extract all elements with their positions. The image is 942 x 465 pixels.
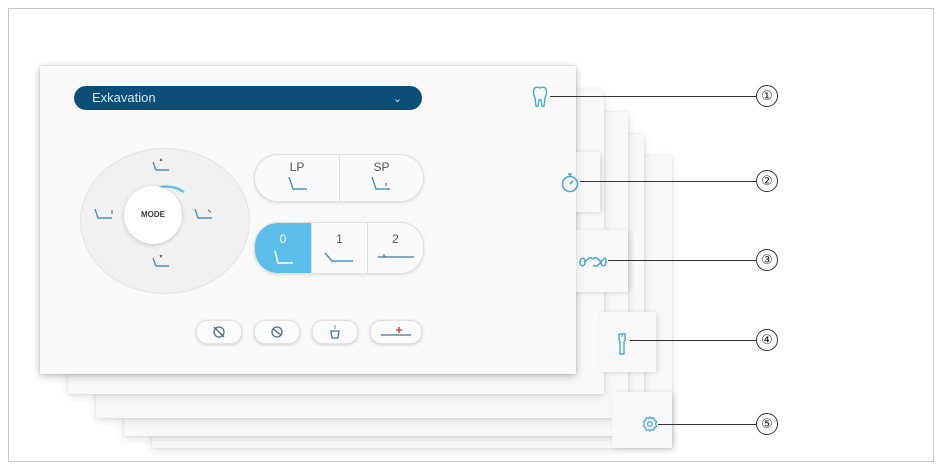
callout-3: ③ [756,249,778,271]
light-off-button[interactable] [196,320,242,344]
chair-reclined-icon [324,252,353,262]
position-sp-button[interactable]: SP [339,155,423,201]
seat-down-icon[interactable] [150,254,172,270]
light-icon [271,326,283,338]
memory-0-button[interactable]: 0 [255,223,311,273]
rinse-position-icon [381,327,411,336]
memory-1-button[interactable]: 1 [311,223,367,273]
callout-1: ① [756,85,778,107]
memory-0-label: 0 [279,232,287,246]
gear-icon[interactable] [642,416,658,432]
light-off-icon [213,326,225,338]
callout-line-4 [630,340,756,341]
cup-filler-button[interactable] [312,320,358,344]
backrest-forward-icon[interactable] [192,206,216,222]
memory-1-label: 1 [336,232,343,246]
program-dropdown-value: Exkavation [92,90,156,105]
position-pill: LP SP [254,154,424,202]
memory-2-button[interactable]: 2 [367,223,423,273]
chair-upright-icon [274,250,293,264]
memory-pill: 0 1 2 [254,222,424,274]
callout-line-5 [658,424,756,425]
chair-lp-icon [288,176,307,190]
backrest-back-icon[interactable] [92,206,116,222]
tooth-icon[interactable] [532,86,548,108]
mode-button[interactable]: MODE [124,186,182,244]
tab-instruments[interactable] [600,312,656,372]
light-button[interactable] [254,320,300,344]
chair-sp-icon [371,176,390,190]
memory-2-label: 2 [392,232,399,246]
rinse-position-button[interactable] [370,320,422,344]
cup-filler-icon [330,325,340,339]
callout-5: ⑤ [756,413,778,435]
callout-4: ④ [756,329,778,351]
position-lp-button[interactable]: LP [255,155,339,201]
chair-flat-icon [378,254,414,258]
callout-line-3 [608,260,756,261]
stopwatch-icon[interactable] [560,172,580,194]
program-dropdown[interactable]: Exkavation ⌄ [74,86,422,110]
position-sp-label: SP [373,160,390,174]
instrument-icon[interactable] [616,332,628,356]
callout-2: ② [756,170,778,192]
position-lp-label: LP [289,160,305,174]
seat-up-icon[interactable] [150,158,172,174]
infinity-icon[interactable] [578,255,608,269]
callout-line-1 [550,96,756,97]
chevron-down-icon: ⌄ [392,93,402,105]
callout-line-2 [580,181,756,182]
